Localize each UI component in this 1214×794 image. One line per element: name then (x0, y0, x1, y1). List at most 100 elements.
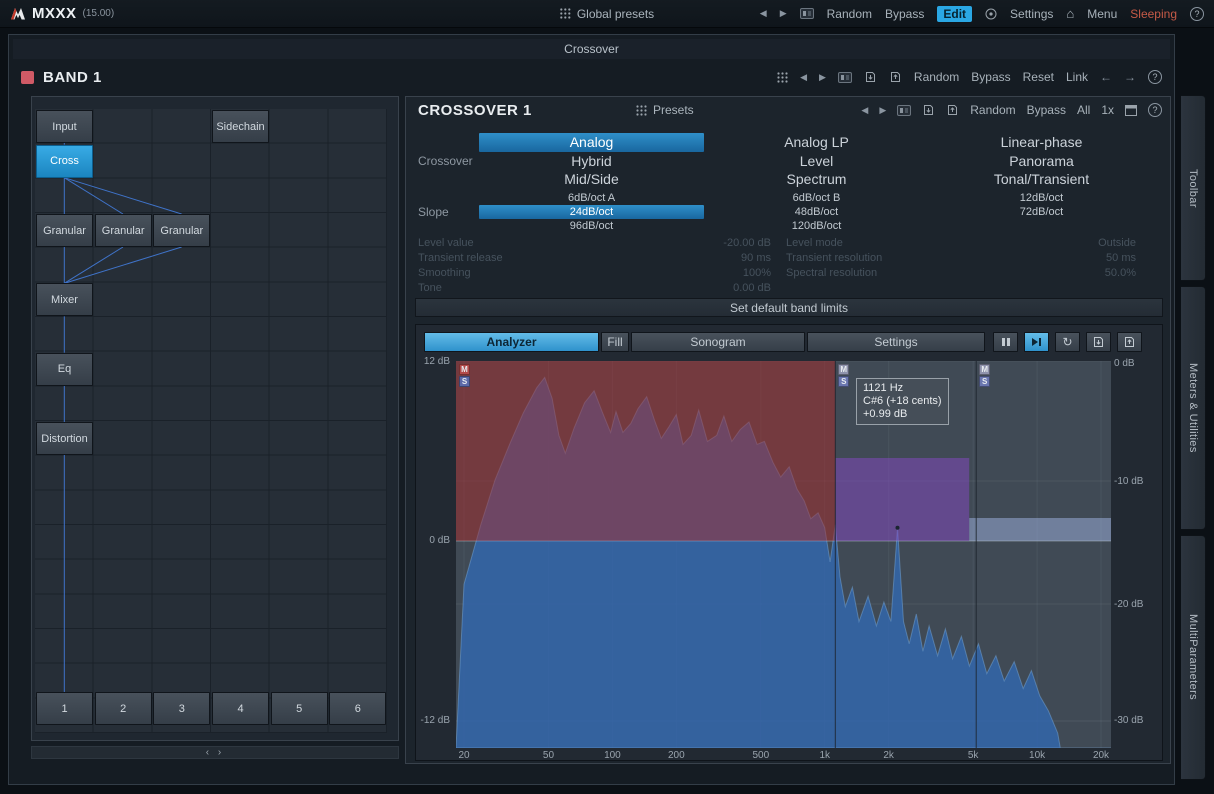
node-granular-2[interactable]: Granular (95, 214, 152, 247)
node-mixer[interactable]: Mixer (36, 283, 93, 316)
edit-button[interactable]: Edit (937, 6, 972, 22)
output-slot-6[interactable]: 6 (329, 692, 386, 725)
next-arrow-button[interactable]: ▶ (879, 105, 886, 116)
spectrum-graph[interactable]: MSMSMS 1121 Hz C#6 (+18 cents) +0.99 dB (456, 361, 1111, 748)
option-mid-side[interactable]: Mid/Side (479, 170, 704, 189)
option-level[interactable]: Level (704, 152, 929, 171)
redo-arrow-icon[interactable]: → (1124, 70, 1136, 84)
node-granular-1[interactable]: Granular (36, 214, 93, 247)
load-icon[interactable] (946, 104, 959, 116)
prev-preset-button[interactable]: ◀ (760, 8, 767, 19)
band-bypass-button[interactable]: Bypass (971, 70, 1010, 84)
set-default-band-limits-button[interactable]: Set default band limits (415, 298, 1163, 317)
save-icon[interactable] (922, 104, 935, 116)
output-slot-1[interactable]: 1 (36, 692, 93, 725)
slope-6db-b[interactable]: 6dB/oct B (704, 191, 929, 205)
node-input[interactable]: Input (36, 110, 93, 143)
menu-button[interactable]: Menu (1087, 7, 1117, 21)
ab-compare-icon[interactable] (838, 72, 852, 83)
sleeping-indicator[interactable]: Sleeping (1130, 7, 1177, 21)
ab-compare-icon[interactable] (897, 105, 911, 116)
next-preset-button[interactable]: ▶ (780, 8, 787, 19)
next-arrow-button[interactable]: ▶ (819, 72, 826, 83)
bypass-button[interactable]: Bypass (885, 7, 924, 21)
param-label: Transient resolution (786, 252, 882, 265)
crossover-mode-label: Crossover (418, 133, 473, 189)
pause-button[interactable] (993, 332, 1018, 352)
routing-grid[interactable]: Input Sidechain Cross Granular Granular … (35, 109, 387, 733)
global-presets-button[interactable]: Global presets (560, 7, 654, 21)
crossover-random-button[interactable]: Random (970, 103, 1015, 117)
option-analog-lp[interactable]: Analog LP (704, 133, 929, 152)
band-random-button[interactable]: Random (914, 70, 959, 84)
band-help-icon[interactable]: ? (1148, 70, 1162, 84)
x-tick-label: 20k (1089, 750, 1113, 761)
param-label: Smoothing (418, 267, 471, 280)
output-slot-3[interactable]: 3 (153, 692, 210, 725)
slope-24db[interactable]: 24dB/oct (479, 205, 704, 219)
reset-loop-button[interactable]: ↻ (1055, 332, 1080, 352)
routing-connections (35, 109, 387, 733)
random-button[interactable]: Random (827, 7, 872, 21)
ab-compare-icon[interactable] (800, 8, 814, 19)
crossover-bypass-button[interactable]: Bypass (1027, 103, 1066, 117)
info-circle-icon[interactable] (985, 8, 997, 20)
normalize-button[interactable] (1024, 332, 1049, 352)
oversampling-button[interactable]: 1x (1101, 103, 1114, 117)
matrix-scrollbar[interactable]: ‹ › (31, 746, 399, 759)
band-link-button[interactable]: Link (1066, 70, 1088, 84)
detach-window-icon[interactable] (1125, 105, 1137, 116)
settings-button[interactable]: Settings (1010, 7, 1053, 21)
option-analog[interactable]: Analog (479, 133, 704, 152)
side-marker-badge[interactable]: S (979, 376, 990, 387)
slope-96db[interactable]: 96dB/oct (479, 219, 704, 233)
option-hybrid[interactable]: Hybrid (479, 152, 704, 171)
option-linear-phase[interactable]: Linear-phase (929, 133, 1154, 152)
output-slot-4[interactable]: 4 (212, 692, 269, 725)
presets-button[interactable]: Presets (636, 103, 694, 117)
prev-arrow-button[interactable]: ◀ (800, 72, 807, 83)
side-marker-badge[interactable]: S (838, 376, 849, 387)
tab-fill[interactable]: Fill (601, 332, 629, 352)
slope-72db[interactable]: 72dB/oct (929, 205, 1154, 219)
option-tonal-transient[interactable]: Tonal/Transient (929, 170, 1154, 189)
y-axis-label-right: -30 dB (1114, 715, 1160, 726)
grid-icon[interactable] (777, 72, 788, 83)
load-analysis-icon[interactable] (1117, 332, 1142, 352)
node-distortion[interactable]: Distortion (36, 422, 93, 455)
side-marker-badge[interactable]: S (459, 376, 470, 387)
node-granular-3[interactable]: Granular (153, 214, 210, 247)
option-panorama[interactable]: Panorama (929, 152, 1154, 171)
node-cross[interactable]: Cross (36, 145, 93, 178)
side-tab-toolbar[interactable]: Toolbar (1181, 95, 1206, 281)
slope-6db-a[interactable]: 6dB/oct A (479, 191, 704, 205)
band-color-swatch[interactable] (21, 71, 34, 84)
slope-12db[interactable]: 12dB/oct (929, 191, 1154, 205)
save-icon[interactable] (864, 71, 877, 83)
help-icon[interactable]: ? (1190, 7, 1204, 21)
mid-marker-badge[interactable]: M (459, 364, 470, 375)
node-sidechain[interactable]: Sidechain (212, 110, 269, 143)
side-tab-meters-utilities[interactable]: Meters & Utilities (1181, 286, 1206, 530)
tab-sonogram[interactable]: Sonogram (631, 332, 805, 352)
slope-120db[interactable]: 120dB/oct (704, 219, 929, 233)
tab-analyzer[interactable]: Analyzer (424, 332, 599, 352)
option-spectrum[interactable]: Spectrum (704, 170, 929, 189)
tab-settings[interactable]: Settings (807, 332, 985, 352)
param-transient-release: Transient release90 ms (418, 252, 771, 265)
undo-arrow-icon[interactable]: ← (1100, 70, 1112, 84)
crossover-help-icon[interactable]: ? (1148, 103, 1162, 117)
load-icon[interactable] (889, 71, 902, 83)
output-slot-2[interactable]: 2 (95, 692, 152, 725)
prev-arrow-button[interactable]: ◀ (861, 105, 868, 116)
slope-48db[interactable]: 48dB/oct (704, 205, 929, 219)
band-reset-button[interactable]: Reset (1023, 70, 1054, 84)
mid-marker-badge[interactable]: M (979, 364, 990, 375)
node-eq[interactable]: Eq (36, 353, 93, 386)
mid-marker-badge[interactable]: M (838, 364, 849, 375)
save-analysis-icon[interactable] (1086, 332, 1111, 352)
output-slot-5[interactable]: 5 (271, 692, 328, 725)
home-icon[interactable]: ⌂ (1066, 6, 1074, 21)
side-tab-multiparameters[interactable]: MultiParameters (1181, 535, 1206, 780)
channels-all-button[interactable]: All (1077, 103, 1090, 117)
